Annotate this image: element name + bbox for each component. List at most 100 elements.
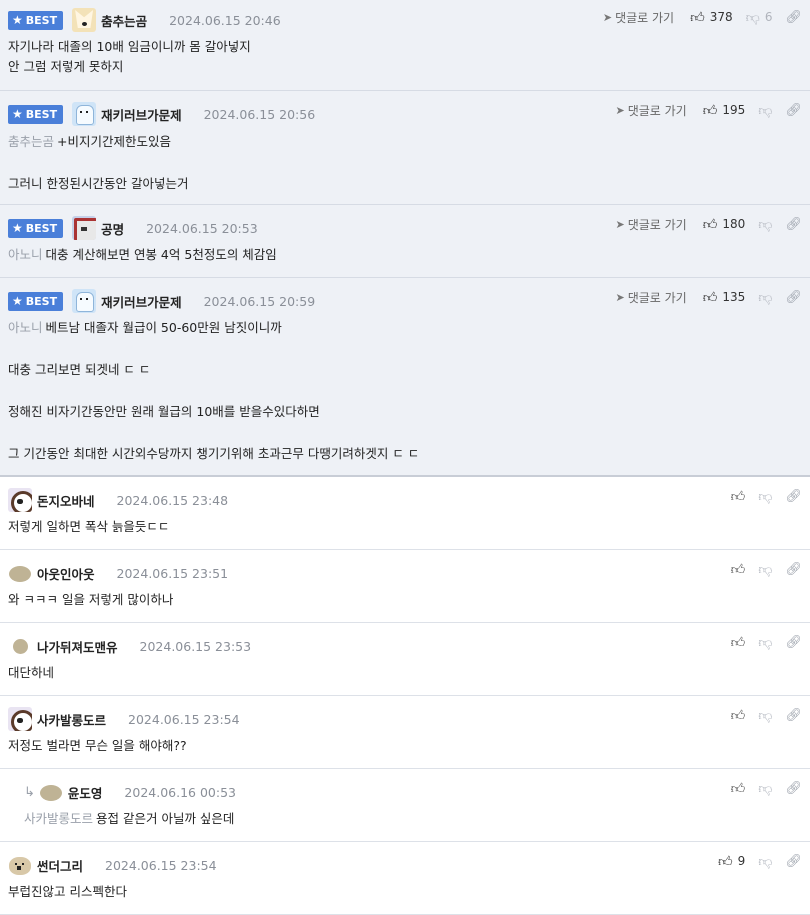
downvote-button[interactable]: 👎︎ (758, 216, 772, 233)
goto-comment-link[interactable]: ➤ 댓글로 가기 (603, 9, 674, 26)
mention-nick[interactable]: 춤추는곰 (8, 134, 54, 149)
downvote-button[interactable]: 👎︎ (758, 561, 772, 578)
link-icon[interactable]: 🔗︎ (785, 562, 802, 577)
upvote-button[interactable]: 👍︎ 195 (703, 102, 746, 119)
avatar[interactable] (8, 707, 32, 731)
thumbs-up-icon: 👍︎ (730, 780, 746, 797)
comment-actions: 👍︎ 9 👎︎ 🔗︎ (718, 850, 802, 872)
comment-body: 부럽진않고 리스펙한다 (8, 882, 127, 902)
thumbs-down-icon: 👎︎ (758, 853, 773, 870)
comment-text: +비지기간제한도있음 (57, 134, 171, 149)
avatar[interactable] (72, 102, 97, 126)
downvote-button[interactable]: 👎︎ (758, 102, 772, 119)
nickname[interactable]: 돈지오바네 (37, 491, 95, 510)
comment-date: 2024.06.15 23:53 (139, 638, 252, 654)
upvote-count: 180 (722, 217, 746, 231)
comment-line: 정해진 비자기간동안만 원래 월급의 10배를 받을수있다하면 (8, 404, 320, 419)
link-icon[interactable]: 🔗︎ (785, 217, 802, 232)
nickname[interactable]: 사카발롱도르 (37, 710, 106, 729)
comment-date: 2024.06.15 20:59 (203, 293, 316, 309)
comment-line: 저정도 벌라면 무슨 일을 해야해?? (8, 738, 187, 753)
goto-comment-link[interactable]: ➤ 댓글로 가기 (615, 289, 686, 306)
upvote-count: 9 (737, 854, 746, 868)
avatar[interactable] (8, 634, 32, 658)
comment-line: 자기나라 대졸의 10배 임금이니까 몸 갈아넣지 (8, 39, 251, 54)
avatar[interactable] (8, 561, 32, 585)
downvote-button[interactable]: 👎︎ (758, 853, 772, 870)
comment-item: 돈지오바네 2024.06.15 23:48 👍︎ 👎︎ 🔗︎ 저렇게 일하면 … (0, 477, 810, 550)
best-label: BEST (25, 107, 58, 121)
send-arrow-icon: ➤ (615, 290, 625, 304)
goto-label: 댓글로 가기 (615, 10, 675, 25)
comment-actions: 👍︎ 👎︎ 🔗︎ (731, 558, 802, 580)
comment-actions: 👍︎ 👎︎ 🔗︎ (731, 485, 802, 507)
avatar[interactable] (72, 289, 97, 313)
upvote-button[interactable]: 👍︎ (731, 561, 746, 578)
upvote-count: 378 (709, 10, 733, 24)
link-icon[interactable]: 🔗︎ (785, 489, 802, 504)
avatar[interactable] (72, 216, 97, 240)
nickname[interactable]: 재키러브가문제 (101, 292, 182, 311)
link-icon[interactable]: 🔗︎ (785, 103, 802, 118)
thumbs-up-icon: 👍︎ (717, 853, 733, 870)
upvote-button[interactable]: 👍︎ 378 (690, 9, 733, 26)
link-icon[interactable]: 🔗︎ (785, 635, 802, 650)
comment-body: 와 ㅋㅋㅋ 일을 저렇게 많이하나 (8, 590, 173, 610)
comment-item: 나가뒤져도맨유 2024.06.15 23:53 👍︎ 👎︎ 🔗︎ 대단하네 (0, 623, 810, 696)
downvote-button[interactable]: 👎︎ (758, 707, 772, 724)
send-arrow-icon: ➤ (602, 10, 613, 24)
goto-comment-link[interactable]: ➤ 댓글로 가기 (615, 216, 686, 233)
comment-header: 나가뒤져도맨유 2024.06.15 23:53 (8, 635, 251, 657)
upvote-button[interactable]: 👍︎ (731, 707, 746, 724)
upvote-button[interactable]: 👍︎ 180 (703, 216, 746, 233)
thumbs-up-icon: 👍︎ (730, 707, 746, 724)
comment-actions: 👍︎ 👎︎ 🔗︎ (731, 704, 802, 726)
avatar[interactable] (8, 853, 32, 877)
link-icon[interactable]: 🔗︎ (785, 10, 802, 25)
mention-nick[interactable]: 사카발롱도르 (24, 811, 93, 826)
upvote-button[interactable]: 👍︎ (731, 634, 746, 651)
nickname[interactable]: 나가뒤져도맨유 (37, 637, 118, 656)
nickname[interactable]: 춤추는곰 (101, 11, 147, 30)
comment-item: ★ BEST 재키러브가문제 2024.06.15 20:56 ➤ 댓글로 가기 👍… (0, 91, 810, 205)
link-icon[interactable]: 🔗︎ (785, 290, 802, 305)
comment-header: ★ BEST 공명 2024.06.15 20:53 (8, 216, 258, 240)
downvote-button[interactable]: 👎︎ (758, 289, 772, 306)
comment-actions: ➤ 댓글로 가기 👍︎ 180 👎︎ 🔗︎ (615, 213, 802, 235)
mention-nick[interactable]: 아노니 (8, 320, 43, 335)
link-icon[interactable]: 🔗︎ (785, 781, 802, 796)
nickname[interactable]: 공명 (101, 219, 124, 238)
upvote-button[interactable]: 👍︎ (731, 488, 746, 505)
comment-line: 그 기간동안 최대한 시간외수당까지 챙기기위해 초과근무 다땡기려하겟지 ㄷ … (8, 446, 420, 461)
upvote-count: 195 (722, 103, 746, 117)
nickname[interactable]: 썬더그리 (37, 856, 83, 875)
goto-comment-link[interactable]: ➤ 댓글로 가기 (615, 102, 686, 119)
upvote-button[interactable]: 👍︎ 135 (703, 289, 746, 306)
upvote-button[interactable]: 👍︎ (731, 780, 746, 797)
nickname[interactable]: 재키러브가문제 (101, 105, 182, 124)
comment-line: 저렇게 일하면 폭삭 늙을듯ㄷㄷ (8, 519, 170, 534)
nickname[interactable]: 윤도영 (68, 783, 103, 802)
comment-header: ↳ 윤도영 2024.06.16 00:53 (24, 781, 236, 803)
best-label: BEST (25, 294, 58, 308)
avatar[interactable] (39, 780, 63, 804)
comment-text: 대충 계산해보면 연봉 4억 5천정도의 체감임 (45, 247, 277, 262)
link-icon[interactable]: 🔗︎ (785, 854, 802, 869)
comment-line: 안 그럼 저렇게 못하지 (8, 59, 124, 74)
comment-body: 자기나라 대졸의 10배 임금이니까 몸 갈아넣지 안 그럼 저렇게 못하지 (8, 37, 251, 77)
comment-line: 춤추는곰 +비지기간제한도있음 (8, 132, 188, 152)
downvote-button[interactable]: 👎︎ (758, 488, 772, 505)
upvote-button[interactable]: 👍︎ 9 (718, 853, 745, 870)
comment-body: 춤추는곰 +비지기간제한도있음 그러니 한정된시간동안 갈아넣는거 (8, 132, 188, 194)
downvote-button[interactable]: 👎︎ (758, 780, 772, 797)
nickname[interactable]: 아웃인아웃 (37, 564, 95, 583)
avatar[interactable] (8, 488, 32, 512)
downvote-button[interactable]: 👎︎ 6 (746, 9, 773, 26)
best-label: BEST (25, 13, 58, 27)
avatar[interactable] (72, 8, 97, 32)
comment-date: 2024.06.15 20:46 (169, 12, 281, 28)
mention-nick[interactable]: 아노니 (8, 247, 43, 262)
best-badge: ★ BEST (8, 104, 64, 124)
downvote-button[interactable]: 👎︎ (758, 634, 772, 651)
link-icon[interactable]: 🔗︎ (785, 708, 802, 723)
